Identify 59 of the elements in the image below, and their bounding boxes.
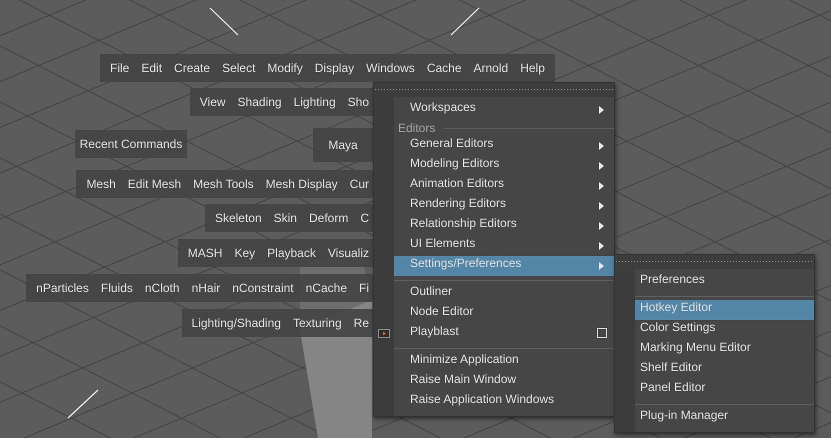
menu-item[interactable]: UI Elements <box>374 236 614 256</box>
menu-button[interactable]: Shading <box>232 88 288 116</box>
menu-item[interactable]: Relationship Editors <box>374 216 614 236</box>
section-label: Editors <box>398 121 436 135</box>
menu-item[interactable]: Plug-in Manager <box>615 408 814 428</box>
menu-button[interactable]: Modify <box>261 54 309 82</box>
menu-button[interactable]: Key <box>228 239 262 267</box>
menu-button[interactable]: Lighting/Shading <box>186 309 287 337</box>
menu-button[interactable]: Deform <box>302 204 354 232</box>
menu-item[interactable]: Panel Editor <box>615 380 814 400</box>
menu-button[interactable]: Windows <box>360 54 421 82</box>
option-checkbox[interactable] <box>597 328 607 338</box>
menu-button[interactable]: Select <box>216 54 262 82</box>
menu-button[interactable]: Skin <box>268 204 303 232</box>
menu-button[interactable]: Playback <box>261 239 322 267</box>
menu-button[interactable]: C <box>354 204 369 232</box>
menu-item[interactable]: Raise Main Window <box>374 372 614 392</box>
menu-item[interactable]: Node Editor <box>374 304 614 324</box>
menu-button[interactable]: Fluids <box>94 274 139 302</box>
menu-item[interactable]: Rendering Editors <box>374 196 614 216</box>
menu-button[interactable]: Arnold <box>468 54 514 82</box>
recent-commands-button[interactable]: Recent Commands <box>75 130 187 158</box>
menu-button[interactable]: Edit Mesh <box>122 170 188 198</box>
menu-button[interactable]: Display <box>308 54 360 82</box>
menu-button[interactable]: nCloth <box>138 274 186 302</box>
menu-item[interactable]: Outliner <box>374 284 614 304</box>
menu-button[interactable]: File <box>104 54 136 82</box>
menu-button[interactable]: Skeleton <box>208 204 268 232</box>
menu-button[interactable]: nParticles <box>30 274 95 302</box>
menu-item[interactable]: Workspaces <box>374 100 614 120</box>
menu-item[interactable]: Animation Editors <box>374 176 614 196</box>
menu-button[interactable]: Create <box>168 54 216 82</box>
menu-item[interactable]: Shelf Editor <box>615 360 814 380</box>
menu-button[interactable]: Help <box>514 54 551 82</box>
menu-item[interactable]: Playblast <box>374 324 614 344</box>
menu-item[interactable]: Preferences <box>615 272 814 292</box>
tear-off-bar[interactable] <box>374 83 614 97</box>
menu-button[interactable]: Cache <box>420 54 468 82</box>
menu-item[interactable]: Color Settings <box>615 320 814 340</box>
tear-off-bar[interactable] <box>615 255 814 269</box>
menu-button[interactable]: MASH <box>182 239 228 267</box>
menu-button[interactable]: Mesh Tools <box>187 170 260 198</box>
menu-button[interactable]: Mesh Display <box>260 170 344 198</box>
menu-button[interactable]: Edit <box>135 54 168 82</box>
menu-item[interactable]: Raise Application Windows <box>374 392 614 412</box>
menu-item[interactable]: Marking Menu Editor <box>615 340 814 360</box>
menu-button[interactable]: Lighting <box>288 88 342 116</box>
menu-button[interactable]: Cur <box>344 170 369 198</box>
menu-button[interactable]: nCache <box>300 274 353 302</box>
menu-button[interactable]: Fi <box>353 274 369 302</box>
menu-button[interactable]: Mesh <box>80 170 122 198</box>
menu-button[interactable]: Sho <box>342 88 369 116</box>
menu-button[interactable]: nConstraint <box>226 274 300 302</box>
menu-button[interactable]: Re <box>348 309 369 337</box>
menu-button[interactable]: View <box>194 88 232 116</box>
menu-button[interactable]: Visualiz <box>322 239 369 267</box>
menu-item[interactable]: Minimize Application <box>374 352 614 372</box>
menu-button[interactable]: Texturing <box>286 309 348 337</box>
menu-button[interactable]: nHair <box>186 274 226 302</box>
